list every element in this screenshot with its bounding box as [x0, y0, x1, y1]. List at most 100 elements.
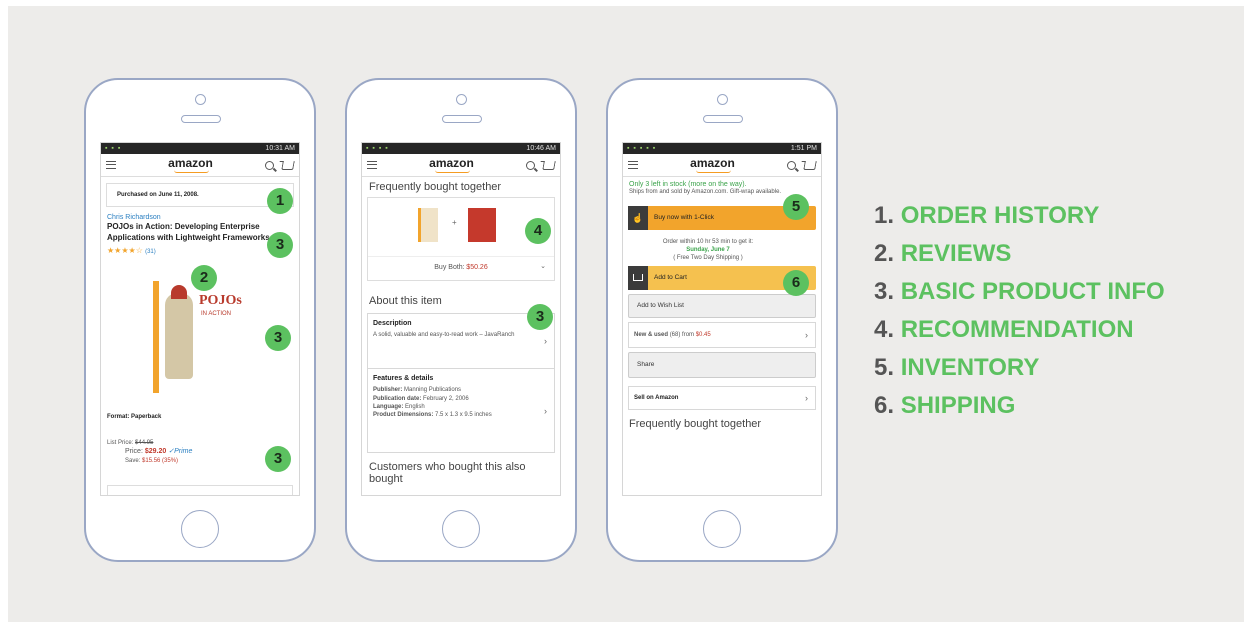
phone-inventory-shipping: ▪ ▪ ▪ ▪ ▪ 1:51 PM amazon Only 3 left in s…: [606, 78, 838, 562]
book-cover: POJOs IN ACTION: [153, 281, 243, 393]
description-text: A solid, valuable and easy-to-read work …: [373, 332, 515, 339]
menu-icon[interactable]: [367, 161, 377, 169]
pubdate-label: Publication date:: [373, 395, 422, 402]
order-within: Order within 10 hr 53 min to get it:: [662, 239, 754, 246]
search-icon[interactable]: [526, 160, 535, 170]
cart-icon[interactable]: [281, 160, 295, 170]
badge-reviews: 2: [191, 265, 217, 291]
prime-badge: ✓Prime: [168, 448, 193, 456]
features-row[interactable]: Features & details Publisher: Manning Pu…: [367, 369, 555, 453]
purchased-box: Purchased on June 11, 2008.: [106, 183, 294, 207]
new-used-row[interactable]: New & used (68) from $0.45 ›: [628, 322, 816, 349]
legend-item: 1. ORDER HISTORY: [874, 202, 1100, 229]
legend-item: 3. BASIC PRODUCT INFO: [874, 278, 1165, 305]
legend-item: 5. INVENTORY: [874, 354, 1040, 381]
share-label: Share: [637, 360, 655, 368]
dims-label: Product Dimensions:: [373, 411, 434, 418]
publisher: Manning Publications: [404, 387, 462, 394]
chevron-right-icon: ›: [805, 330, 808, 341]
hand-icon: ☝: [628, 206, 648, 231]
buy-both-label: Buy Both:: [434, 264, 465, 271]
author-link[interactable]: Chris Richardson: [107, 213, 293, 222]
badge-product-info: 3: [527, 304, 553, 330]
badge-product-info: 3: [265, 446, 291, 472]
cart-icon[interactable]: [803, 160, 817, 170]
cart-icon[interactable]: [542, 160, 556, 170]
features-title: Features & details: [373, 375, 434, 382]
chevron-down-icon[interactable]: ⌄: [540, 262, 546, 270]
sell-on-amazon-row[interactable]: Sell on Amazon ›: [628, 386, 816, 411]
status-bar: ▪ ▪ ▪ 10:31 AM: [101, 143, 299, 154]
list-price: $44.95: [135, 440, 154, 446]
format: Format: Paperback: [107, 414, 162, 420]
star-rating[interactable]: ★★★★☆: [107, 246, 143, 255]
save-amount: $15.56 (35%): [142, 457, 179, 464]
sell-label: Sell on Amazon: [634, 395, 679, 402]
wishlist-label: Add to Wish List: [637, 301, 684, 309]
new-used-price: $0.45: [695, 332, 711, 339]
list-price-label: List Price:: [107, 440, 134, 446]
speaker: [181, 115, 221, 123]
pubdate: February 2, 2006: [423, 395, 469, 402]
chevron-right-icon: ›: [544, 405, 547, 416]
status-bar: ▪ ▪ ▪ ▪ 10:46 AM: [362, 143, 560, 154]
menu-icon[interactable]: [628, 161, 638, 169]
fbt-heading: Frequently bought together: [369, 181, 502, 193]
description-title: Description: [373, 320, 412, 327]
camera: [195, 94, 206, 105]
menu-icon[interactable]: [106, 161, 116, 169]
phone-recommendation: ▪ ▪ ▪ ▪ 10:46 AM amazon Frequently bought…: [345, 78, 577, 562]
share-button[interactable]: Share: [628, 352, 816, 379]
price-label: Price:: [125, 448, 143, 456]
buy-both-price: $50.26: [466, 264, 488, 271]
review-count[interactable]: (31): [145, 249, 156, 255]
amazon-logo[interactable]: amazon: [690, 156, 735, 173]
dims: 7.5 x 1.3 x 9.5 inches: [435, 411, 492, 418]
purchased-date: Purchased on June 11, 2008.: [117, 192, 199, 198]
add-to-wishlist-button[interactable]: Add to Wish List: [628, 294, 816, 319]
speaker: [703, 115, 743, 123]
badge-shipping: 6: [783, 270, 809, 296]
stock-status: Only 3 left in stock (more on the way).: [629, 181, 747, 188]
new-used-count: (68) from: [669, 332, 695, 339]
legend-item: 4. RECOMMENDATION: [874, 316, 1134, 343]
language: English: [405, 403, 425, 410]
chevron-right-icon: ›: [805, 393, 808, 404]
nav-bar: amazon: [623, 154, 821, 177]
buy-now-label: Buy now with 1-Click: [654, 213, 714, 221]
book-thumb: [418, 208, 438, 242]
nav-bar: amazon: [101, 154, 299, 177]
cover-title: POJOs: [199, 293, 242, 308]
cover-subtitle: IN ACTION: [201, 311, 232, 317]
language-label: Language:: [373, 403, 404, 410]
amazon-logo[interactable]: amazon: [168, 156, 213, 173]
home-button[interactable]: [181, 510, 219, 548]
camera: [456, 94, 467, 105]
speaker: [442, 115, 482, 123]
status-bar: ▪ ▪ ▪ ▪ ▪ 1:51 PM: [623, 143, 821, 154]
book-thumb: [468, 208, 496, 242]
badge-recommendation: 4: [525, 218, 551, 244]
status-time: 10:46 AM: [526, 145, 556, 152]
fbt-heading: Frequently bought together: [629, 418, 762, 431]
legend-item: 6. SHIPPING: [874, 392, 1016, 419]
nav-bar: amazon: [362, 154, 560, 177]
customers-heading: Customers who bought this also bought: [369, 461, 526, 485]
badge-product-info: 3: [267, 232, 293, 258]
phone-order-history: ▪ ▪ ▪ 10:31 AM amazon Purchased on June 1…: [84, 78, 316, 562]
home-button[interactable]: [442, 510, 480, 548]
legend: 1. ORDER HISTORY 2. REVIEWS 3. BASIC PRO…: [874, 197, 1165, 425]
search-icon[interactable]: [265, 160, 274, 170]
next-card: [107, 485, 293, 495]
ships-from: Ships from and sold by Amazon.com. Gift-…: [629, 189, 782, 195]
publisher-label: Publisher:: [373, 387, 403, 394]
free-shipping: ( Free Two Day Shipping ): [673, 255, 743, 262]
chevron-right-icon: ›: [544, 336, 547, 346]
amazon-logo[interactable]: amazon: [429, 156, 474, 173]
home-button[interactable]: [703, 510, 741, 548]
save-label: Save:: [125, 457, 141, 464]
new-used-label: New & used: [634, 332, 669, 339]
search-icon[interactable]: [787, 160, 796, 170]
price-block: List Price: $44.95 Price: $29.20 ✓Prime …: [107, 439, 257, 465]
camera: [717, 94, 728, 105]
